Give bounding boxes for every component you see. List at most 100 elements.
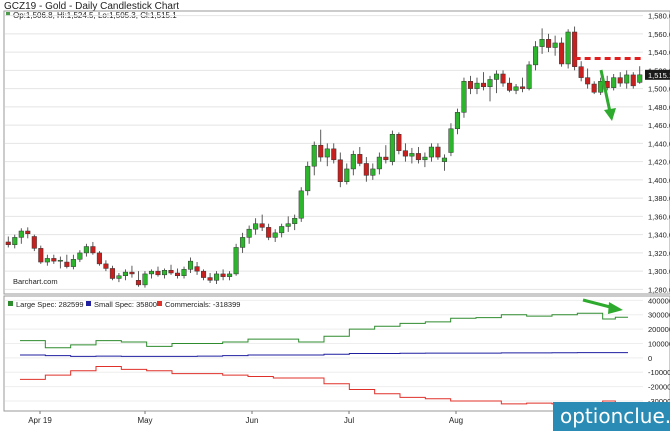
candle-up	[376, 156, 382, 170]
candle-up	[474, 82, 480, 89]
cot-lines	[20, 312, 628, 406]
candle-down	[109, 268, 115, 279]
candle-up	[526, 64, 532, 89]
candle-up	[533, 46, 539, 66]
candle-up	[57, 259, 63, 262]
candle-down	[578, 66, 584, 78]
candle-up	[624, 74, 630, 84]
cot-y-axis: 4000003000002000001000000-100000-200000-…	[648, 296, 670, 406]
candle-down	[51, 258, 57, 262]
price-y-tick: 1,580.0	[648, 12, 670, 21]
candle-up	[148, 270, 155, 275]
legend-commercials: Commercials: -318399	[165, 300, 240, 309]
candle-down	[572, 31, 578, 67]
candles	[5, 26, 643, 288]
candle-up	[324, 148, 330, 158]
candle-up	[70, 259, 76, 267]
candle-up	[409, 153, 415, 157]
x-tick-label: Apr 19	[28, 416, 52, 425]
svg-text:optionclue.com: optionclue.com	[560, 404, 670, 428]
candle-down	[415, 153, 421, 161]
candle-down	[337, 159, 343, 182]
svg-text:1,515.1: 1,515.1	[648, 71, 670, 80]
x-tick-label: May	[137, 416, 152, 425]
candle-up	[344, 168, 350, 182]
candle-up	[44, 258, 50, 263]
cot-y-tick: 0	[648, 354, 652, 363]
price-grid	[5, 15, 643, 290]
candle-up	[214, 273, 220, 281]
candle-up	[389, 133, 395, 162]
candle-up	[305, 165, 311, 192]
candle-up	[18, 230, 24, 238]
candle-up	[181, 269, 187, 276]
candle-down	[591, 83, 597, 93]
candle-down	[135, 280, 141, 286]
price-y-tick: 1,460.0	[648, 121, 670, 130]
price-y-tick: 1,360.0	[648, 212, 670, 221]
up-right-arrow-icon	[582, 298, 623, 314]
price-y-tick: 1,480.0	[648, 103, 670, 112]
candle-down	[396, 133, 402, 151]
price-y-tick: 1,500.0	[648, 85, 670, 94]
candle-down	[5, 241, 11, 245]
candle-up	[253, 223, 259, 230]
candle-up	[233, 247, 239, 275]
candle-up	[292, 217, 298, 224]
candle-down	[155, 270, 161, 276]
candle-down	[363, 163, 369, 176]
candle-up	[448, 128, 454, 153]
candle-down	[318, 144, 324, 158]
candle-down	[194, 266, 200, 272]
candle-down	[103, 263, 109, 269]
cot-y-tick: -200000	[648, 383, 670, 392]
candle-down	[467, 81, 474, 89]
cot-series-line	[20, 352, 628, 357]
candle-up	[116, 275, 122, 279]
candle-up	[513, 86, 519, 91]
candle-up	[428, 146, 434, 158]
legend-swatch-commercials	[157, 301, 162, 306]
candle-down	[201, 270, 207, 278]
candle-up	[637, 74, 643, 83]
candle-down	[129, 271, 135, 275]
candle-down	[585, 77, 591, 85]
price-y-tick: 1,300.0	[648, 267, 670, 276]
candle-up	[285, 223, 291, 227]
x-tick-label: Aug	[449, 416, 463, 425]
cot-y-tick: 100000	[648, 339, 670, 348]
candle-down	[266, 227, 272, 238]
candle-down	[90, 246, 96, 254]
candle-down	[220, 273, 226, 277]
x-tick-label: Jun	[246, 416, 259, 425]
cot-panel-frame	[3, 295, 670, 412]
candle-down	[174, 272, 181, 276]
candle-down	[383, 156, 389, 161]
candle-down	[630, 74, 636, 87]
candle-down	[168, 270, 174, 274]
candle-up	[350, 154, 356, 170]
candle-up	[454, 112, 460, 130]
legend-swatch-small-spec	[86, 301, 91, 306]
price-y-axis: 1,580.01,560.01,540.01,520.01,500.01,480…	[648, 12, 670, 295]
x-tick-label: Jul	[344, 416, 354, 425]
legend-swatch-large-spec	[8, 301, 13, 306]
candle-up	[311, 144, 317, 167]
candle-down	[402, 150, 408, 157]
candle-up	[272, 232, 278, 238]
candle-down	[207, 277, 213, 281]
price-y-tick: 1,320.0	[648, 249, 670, 258]
price-y-tick: 1,380.0	[648, 194, 670, 203]
candle-down	[331, 148, 337, 161]
barchart-credit: Barchart.com	[13, 277, 58, 286]
price-y-tick: 1,440.0	[648, 139, 670, 148]
cot-series-line	[20, 312, 628, 349]
candle-up	[298, 190, 304, 219]
candle-up	[83, 246, 89, 254]
candle-up	[188, 260, 194, 270]
candle-down	[38, 248, 44, 263]
candle-up	[539, 39, 545, 47]
candle-down	[546, 39, 552, 48]
candle-down	[617, 77, 623, 84]
candle-down	[559, 42, 565, 65]
